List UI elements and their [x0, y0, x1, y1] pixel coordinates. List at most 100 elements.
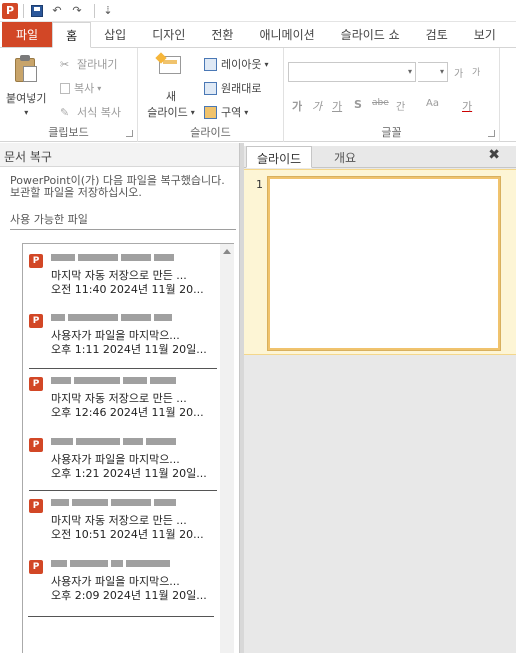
format-painter-label: 서식 복사: [77, 106, 121, 119]
powerpoint-file-icon: P: [29, 438, 43, 452]
file-list-scrollbar[interactable]: [220, 244, 234, 653]
powerpoint-file-icon: P: [29, 499, 43, 513]
chevron-down-icon: ▾: [24, 108, 29, 117]
tab-design[interactable]: 디자인: [139, 22, 198, 47]
section-button[interactable]: 구역 ▾: [204, 104, 248, 120]
section-label: 구역: [221, 106, 242, 119]
customize-qat-icon[interactable]: ⇣: [100, 3, 116, 19]
font-color-button[interactable]: 가: [462, 98, 472, 114]
recovered-file-list: P 마지막 자동 저장으로 만든 ... 오전 11:40 2024년 11월 …: [22, 243, 234, 653]
char-spacing-button[interactable]: 간: [396, 98, 405, 113]
bold-button[interactable]: 가: [292, 98, 302, 114]
recovered-file-item[interactable]: P 사용자가 파일을 마지막으... 오후 2:09 2024년 11월 20일…: [29, 556, 217, 612]
reset-button[interactable]: 원래대로: [204, 80, 261, 96]
copy-icon: [60, 82, 70, 94]
tab-slideshow[interactable]: 슬라이드 쇼: [328, 22, 413, 47]
recovered-file-item[interactable]: P 마지막 자동 저장으로 만든 ... 오후 12:46 2024년 11월 …: [29, 368, 217, 428]
available-files-label: 사용 가능한 파일: [10, 211, 236, 230]
file-name-redacted: [51, 497, 215, 509]
dialog-launcher-icon[interactable]: [126, 130, 133, 137]
tab-review[interactable]: 검토: [413, 22, 461, 47]
tab-view[interactable]: 보기: [461, 22, 509, 47]
copy-button[interactable]: 복사 ▾: [60, 80, 101, 96]
recovery-title: 문서 복구: [0, 143, 239, 167]
slides-group-label: 슬라이드: [190, 126, 231, 139]
file-name-redacted: [51, 252, 215, 264]
powerpoint-file-icon: P: [29, 560, 43, 574]
powerpoint-file-icon: P: [29, 377, 43, 391]
chevron-down-icon: ▾: [439, 67, 444, 76]
layout-button[interactable]: 레이아웃 ▾: [204, 56, 269, 72]
paste-button[interactable]: 붙여넣기 ▾: [6, 54, 46, 117]
new-slide-icon: [155, 52, 185, 80]
recovered-file-item[interactable]: P 마지막 자동 저장으로 만든 ... 오전 10:51 2024년 11월 …: [29, 490, 217, 552]
underline-button[interactable]: 가: [332, 98, 342, 114]
slides-pane-tabs: 슬라이드 개요 ✖: [244, 146, 516, 168]
document-recovery-pane: 문서 복구 PowerPoint이(가) 다음 파일을 복구했습니다. 보관할 …: [0, 143, 240, 653]
cut-button[interactable]: ✂ 잘라내기: [60, 56, 117, 72]
quick-access-toolbar: P ↶ ↷ ⇣: [0, 0, 516, 22]
change-case-button[interactable]: Aa: [426, 98, 439, 109]
reset-label: 원래대로: [221, 82, 262, 95]
cut-label: 잘라내기: [77, 58, 118, 71]
ribbon: 붙여넣기 ▾ ✂ 잘라내기 복사 ▾ ✎ 서식 복사 클립보드 새 슬라이드 ▾: [0, 48, 516, 142]
slide-thumbnail-row[interactable]: 1: [244, 169, 516, 355]
powerpoint-file-icon: P: [29, 314, 43, 328]
copy-label: 복사: [74, 82, 95, 95]
slide-number: 1: [256, 178, 263, 191]
close-icon[interactable]: ✖: [488, 147, 500, 163]
strikethrough-button[interactable]: abe: [372, 98, 389, 108]
undo-icon[interactable]: ↶: [49, 3, 65, 19]
dialog-launcher-icon[interactable]: [488, 130, 495, 137]
layout-icon: [204, 57, 217, 71]
section-icon: [204, 105, 217, 119]
tab-outline[interactable]: 개요: [324, 146, 366, 168]
file-date: 오후 1:11 2024년 11월 20일...: [51, 343, 207, 356]
font-size-select[interactable]: ▾: [418, 62, 448, 82]
file-date: 오전 11:40 2024년 11월 20...: [51, 283, 204, 296]
paste-icon: [13, 54, 39, 84]
file-date: 오후 1:21 2024년 11월 20일...: [51, 467, 207, 480]
paste-label: 붙여넣기: [6, 92, 47, 105]
tab-home[interactable]: 홈: [52, 22, 92, 48]
file-name-redacted: [51, 312, 215, 324]
file-date: 오후 2:09 2024년 11월 20일...: [51, 589, 207, 602]
tab-transitions[interactable]: 전환: [198, 22, 246, 47]
powerpoint-file-icon: P: [29, 254, 43, 268]
font-group-label: 글꼴: [381, 126, 402, 139]
redo-icon[interactable]: ↷: [69, 3, 85, 19]
brush-icon: ✎: [60, 105, 70, 119]
slides-pane: 슬라이드 개요 ✖ 1: [244, 146, 516, 653]
chevron-down-icon: ▾: [407, 67, 412, 76]
recovery-description: PowerPoint이(가) 다음 파일을 복구했습니다. 보관할 파일을 저장…: [10, 174, 225, 199]
list-divider: [28, 616, 214, 617]
shadow-button[interactable]: S: [354, 98, 362, 111]
grow-font-button[interactable]: 가: [454, 65, 463, 80]
chevron-down-icon: ▾: [244, 107, 249, 117]
file-date: 오전 10:51 2024년 11월 20...: [51, 528, 204, 541]
save-icon[interactable]: [29, 3, 45, 19]
recovered-file-item[interactable]: P 사용자가 파일을 마지막으... 오후 1:11 2024년 11월 20일…: [29, 310, 217, 366]
recovered-file-item[interactable]: P 사용자가 파일을 마지막으... 오후 1:21 2024년 11월 20일…: [29, 434, 217, 490]
font-name-select[interactable]: ▾: [288, 62, 416, 82]
font-group: ▾ ▾ 가 가 가 가 가 S abe 간 Aa 가 글꼴: [284, 48, 500, 142]
slide-thumbnail[interactable]: [268, 177, 500, 350]
format-painter-button[interactable]: ✎ 서식 복사: [60, 104, 121, 120]
italic-button[interactable]: 가: [312, 98, 322, 114]
new-slide-button[interactable]: 새 슬라이드 ▾: [144, 52, 198, 120]
recovered-file-item[interactable]: P 마지막 자동 저장으로 만든 ... 오전 11:40 2024년 11월 …: [29, 250, 217, 306]
qat-separator: [23, 3, 24, 18]
new-slide-label-1: 새: [165, 90, 177, 103]
shrink-font-button[interactable]: 가: [472, 65, 480, 78]
layout-label: 레이아웃: [221, 58, 262, 71]
tab-file[interactable]: 파일: [2, 22, 53, 47]
tab-slides[interactable]: 슬라이드: [246, 146, 313, 168]
file-date: 오후 12:46 2024년 11월 20...: [51, 406, 204, 419]
qat-separator: [94, 3, 95, 18]
tab-animations[interactable]: 애니메이션: [246, 22, 327, 47]
new-slide-label-2-wrap: 슬라이드 ▾: [147, 104, 195, 120]
new-slide-label-2: 슬라이드: [147, 106, 188, 119]
powerpoint-logo-icon[interactable]: P: [2, 2, 18, 19]
scroll-up-arrow-icon[interactable]: [223, 249, 231, 254]
tab-insert[interactable]: 삽입: [91, 22, 139, 47]
